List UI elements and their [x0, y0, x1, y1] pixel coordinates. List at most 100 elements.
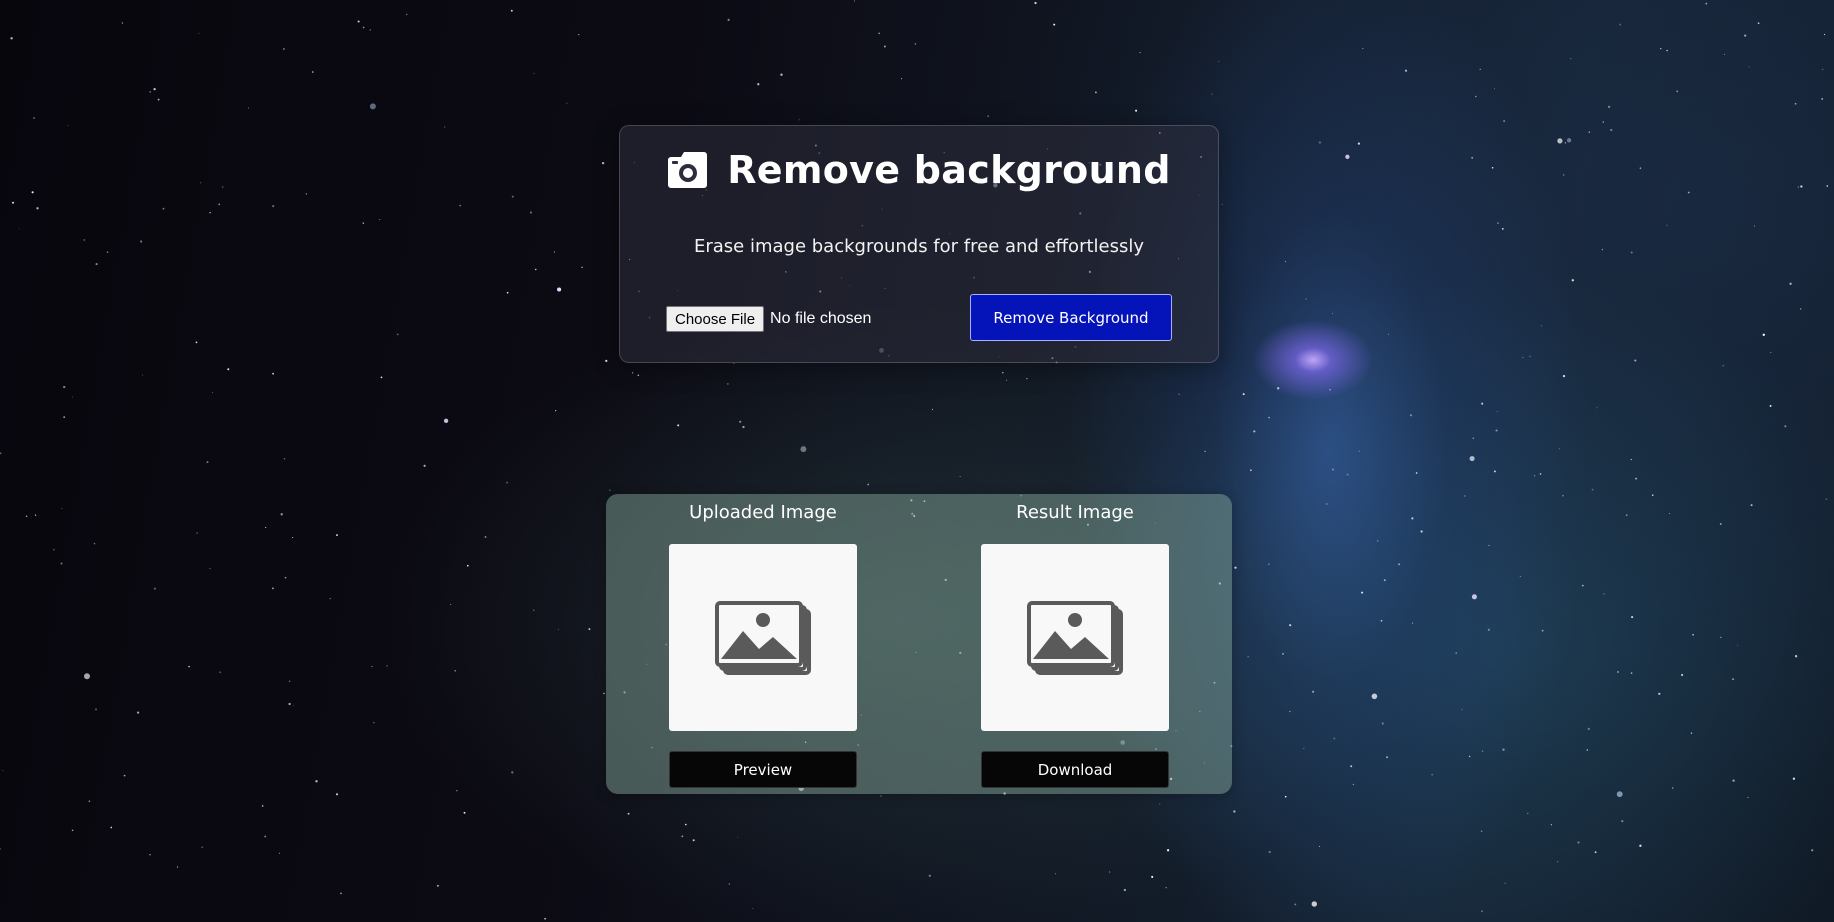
star: [84, 673, 90, 680]
star: [1479, 68, 1481, 71]
remove-background-button[interactable]: Remove Background: [970, 294, 1172, 341]
file-input[interactable]: Choose File No file chosen: [666, 306, 871, 332]
preview-button[interactable]: Preview: [669, 751, 857, 788]
star: [188, 665, 190, 668]
star: [1493, 470, 1496, 473]
star: [637, 374, 640, 377]
star: [265, 527, 267, 529]
star: [1211, 93, 1213, 95]
star: [578, 33, 580, 36]
star: [423, 464, 426, 467]
star: [900, 78, 903, 80]
star: [1277, 387, 1280, 390]
star: [456, 790, 458, 792]
star: [544, 917, 546, 920]
star: [484, 536, 487, 538]
star: [1811, 849, 1814, 852]
star: [1588, 131, 1590, 133]
star: [1311, 901, 1318, 907]
star: [1431, 774, 1433, 776]
star: [1159, 803, 1161, 805]
uploaded-image-box: [669, 544, 857, 731]
star: [1822, 68, 1824, 71]
star: [1557, 861, 1559, 863]
star: [1630, 458, 1632, 461]
star: [1529, 355, 1531, 358]
star: [288, 680, 291, 683]
star: [1676, 90, 1679, 93]
choose-file-button[interactable]: Choose File: [666, 306, 765, 332]
star: [1234, 566, 1237, 569]
star: [1586, 749, 1589, 751]
star: [1797, 186, 1799, 188]
star: [379, 219, 381, 221]
star: [222, 186, 224, 188]
star: [1319, 845, 1320, 847]
star: [1539, 473, 1542, 475]
star: [149, 91, 152, 93]
star: [1472, 437, 1475, 440]
star: [1303, 747, 1305, 749]
star: [928, 874, 931, 877]
star: [1668, 513, 1670, 514]
star: [61, 508, 63, 509]
star: [1411, 517, 1414, 520]
star: [315, 780, 318, 783]
star: [1625, 514, 1628, 517]
page-title: Remove background: [727, 148, 1171, 192]
star: [1139, 52, 1141, 54]
star: [1587, 727, 1590, 731]
star: [1577, 841, 1580, 844]
star: [1533, 474, 1536, 477]
star: [737, 836, 739, 838]
star: [1794, 655, 1798, 658]
star: [1469, 456, 1475, 462]
star: [293, 705, 295, 706]
star: [1630, 672, 1633, 674]
star: [1123, 888, 1127, 892]
star: [1350, 765, 1353, 768]
star: [1630, 251, 1633, 254]
star: [1501, 228, 1504, 230]
star: [459, 204, 462, 207]
star: [1610, 128, 1613, 132]
star: [959, 476, 961, 477]
star: [1617, 671, 1619, 673]
star: [1481, 910, 1483, 913]
star: [18, 228, 20, 230]
star: [511, 195, 514, 198]
star: [336, 534, 338, 537]
star: [914, 43, 917, 45]
star: [1481, 750, 1484, 752]
star: [1109, 871, 1111, 873]
star: [63, 416, 66, 418]
star: [1502, 748, 1505, 751]
star: [1362, 47, 1364, 50]
star: [1503, 120, 1506, 123]
star: [1769, 404, 1772, 407]
star: [443, 418, 449, 423]
star: [436, 884, 439, 887]
star: [1658, 692, 1661, 695]
star: [1619, 23, 1622, 26]
star: [1284, 795, 1287, 798]
star: [196, 532, 198, 534]
download-button[interactable]: Download: [981, 751, 1169, 788]
star: [1268, 416, 1270, 419]
star: [283, 48, 285, 50]
star: [1494, 88, 1495, 90]
star: [1495, 429, 1498, 432]
star: [609, 489, 611, 491]
star: [557, 287, 562, 292]
star: [380, 376, 383, 379]
star: [1135, 109, 1138, 112]
star: [1006, 379, 1008, 381]
star: [33, 117, 35, 119]
star: [1596, 407, 1598, 409]
star: [1732, 779, 1735, 782]
star: [581, 266, 583, 268]
star: [1409, 414, 1413, 417]
star: [83, 239, 86, 241]
star: [466, 564, 469, 567]
star: [506, 291, 509, 294]
